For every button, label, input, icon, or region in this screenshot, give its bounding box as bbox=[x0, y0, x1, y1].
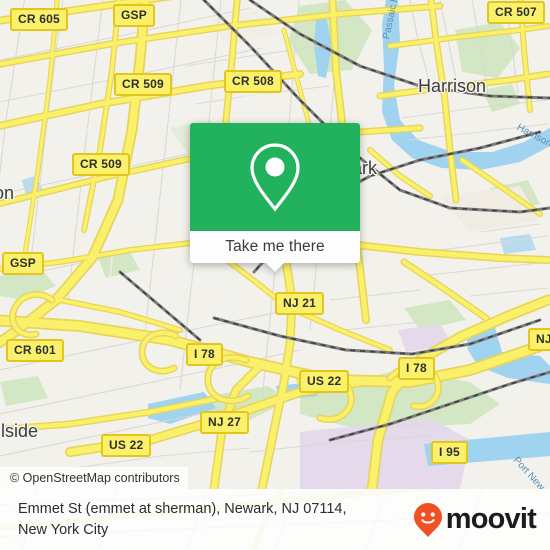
popup-icon-area bbox=[190, 123, 360, 231]
highway-shield: CR 509 bbox=[72, 153, 130, 176]
place-label: on bbox=[0, 183, 15, 203]
highway-shield: CR 509 bbox=[114, 73, 172, 96]
caption-line-2: New York City bbox=[18, 521, 109, 538]
highway-shield: CR 508 bbox=[224, 70, 282, 93]
take-me-there-label: Take me there bbox=[225, 238, 325, 255]
highway-shield: US 22 bbox=[299, 370, 350, 393]
location-caption: Emmet St (emmet at sherman), Newark, NJ … bbox=[18, 499, 347, 541]
highway-shield: GSP bbox=[2, 252, 44, 275]
highway-shield: I 78 bbox=[398, 357, 435, 380]
destination-popup-card[interactable]: Take me there bbox=[190, 123, 360, 272]
take-me-there-button[interactable]: Take me there bbox=[190, 231, 360, 272]
place-label: Harrison bbox=[418, 76, 487, 96]
highway-shield: GSP bbox=[113, 4, 155, 27]
highway-shield: NJ 21 bbox=[275, 292, 325, 315]
highway-shield: CR 605 bbox=[10, 8, 68, 31]
highway-shield: I 95 bbox=[431, 441, 468, 464]
moovit-map-screenshot: CR 605 GSP CR 509 CR 508 CR 507 CR 509 GSP NJ 2… bbox=[0, 0, 550, 550]
caption-bar: Emmet St (emmet at sherman), Newark, NJ … bbox=[0, 489, 550, 550]
highway-shield: US 22 bbox=[101, 434, 152, 457]
osm-attribution[interactable]: © OpenStreetMap contributors bbox=[0, 467, 188, 489]
highway-shield: CR 601 bbox=[6, 339, 64, 362]
popup-tail-pointer bbox=[265, 262, 285, 272]
map-pin-icon bbox=[250, 143, 300, 212]
moovit-pin-smiley-icon bbox=[413, 502, 442, 537]
highway-shield: I 78 bbox=[186, 343, 223, 366]
highway-shield: NJ 27 bbox=[200, 411, 250, 434]
moovit-brand[interactable]: moovit bbox=[413, 502, 537, 538]
caption-content: Emmet St (emmet at sherman), Newark, NJ … bbox=[0, 489, 550, 550]
caption-line-1: Emmet St (emmet at sherman), Newark, NJ … bbox=[18, 500, 347, 517]
place-label: illside bbox=[0, 421, 39, 441]
highway-shield: NJTP bbox=[528, 328, 550, 351]
moovit-wordmark: moovit bbox=[445, 503, 537, 535]
highway-shield: CR 507 bbox=[487, 1, 545, 24]
map-canvas[interactable]: CR 605 GSP CR 509 CR 508 CR 507 CR 509 GSP NJ 2… bbox=[0, 0, 550, 489]
